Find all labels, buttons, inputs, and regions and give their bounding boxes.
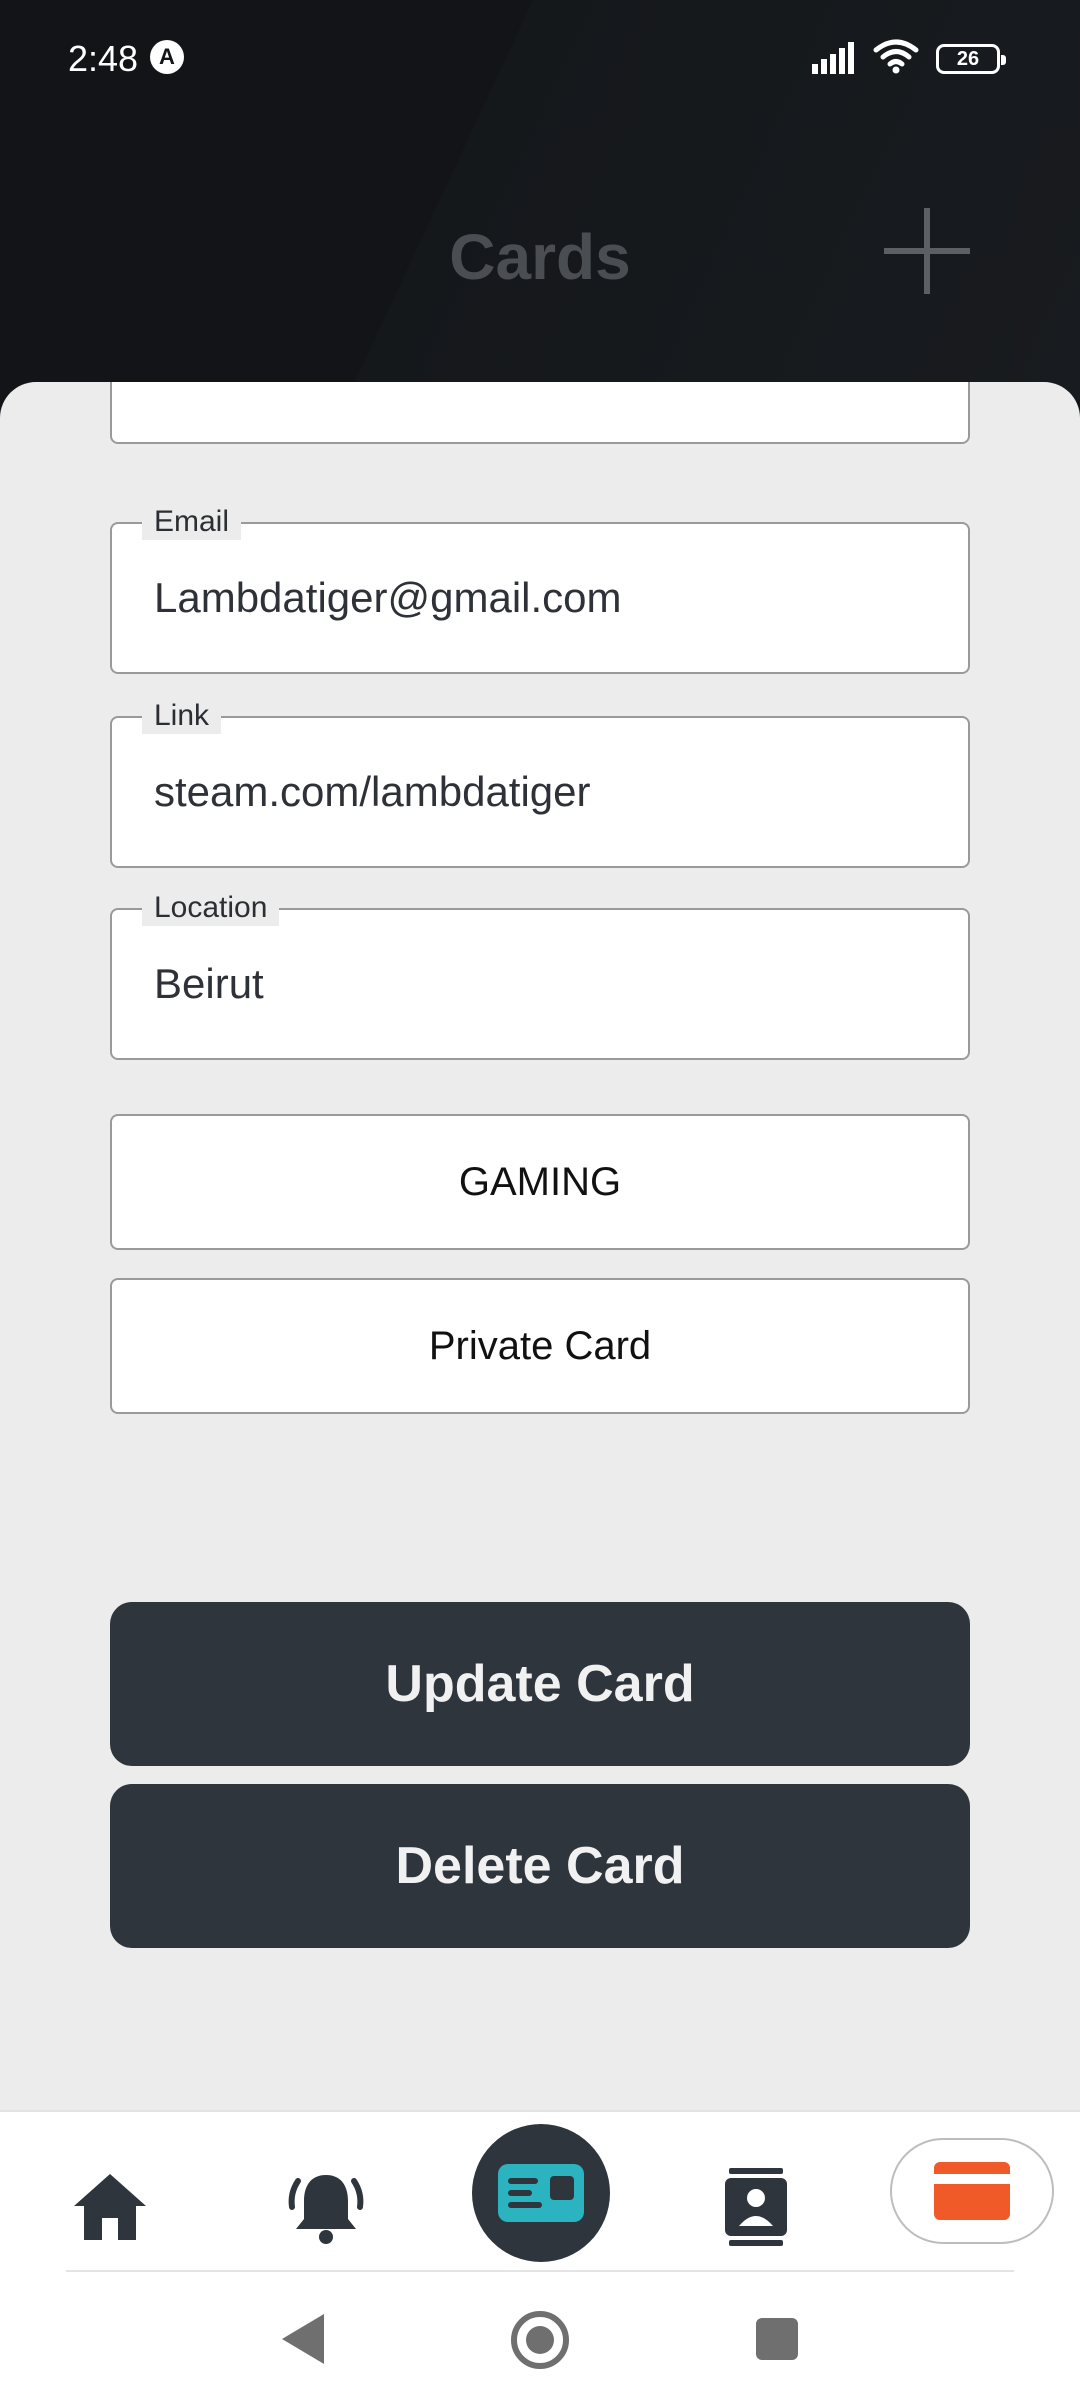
location-label: Location (142, 890, 280, 926)
email-label: Email (142, 504, 242, 540)
nav-home[interactable] (40, 2152, 180, 2262)
battery-icon: 26 (936, 44, 1006, 74)
notification-icon: A (150, 40, 184, 74)
link-value[interactable]: steam.com/lambdatiger (154, 768, 591, 816)
previous-field[interactable] (110, 382, 970, 444)
card-edit-sheet: Email Lambdatiger@gmail.com Link steam.c… (0, 382, 1080, 2110)
home-nav-icon[interactable] (510, 2310, 570, 2370)
category-button[interactable]: GAMING (110, 1114, 970, 1250)
card-icon (498, 2164, 584, 2222)
private-card-button[interactable]: Private Card (110, 1278, 970, 1414)
credit-card-icon (934, 2162, 1010, 2220)
link-field[interactable]: Link steam.com/lambdatiger (110, 698, 970, 868)
status-bar: 2:48 A 26 (0, 0, 1080, 120)
status-time: 2:48 (68, 38, 139, 79)
nav-divider (66, 2270, 1014, 2272)
delete-card-button[interactable]: Delete Card (110, 1784, 970, 1948)
bottom-nav (0, 2110, 1080, 2400)
email-value[interactable]: Lambdatiger@gmail.com (154, 574, 622, 622)
contact-icon (725, 2168, 787, 2246)
nav-my-cards[interactable] (472, 2124, 610, 2262)
nav-wallet[interactable] (890, 2138, 1054, 2244)
home-icon (74, 2174, 146, 2240)
add-card-button[interactable] (884, 208, 970, 294)
nav-contacts[interactable] (686, 2152, 826, 2262)
back-icon[interactable] (278, 2312, 328, 2366)
nav-notifications[interactable] (256, 2152, 396, 2262)
signal-icon (812, 42, 854, 74)
bell-icon (288, 2175, 364, 2244)
location-value[interactable]: Beirut (154, 960, 264, 1008)
wifi-icon (873, 39, 919, 74)
email-field[interactable]: Email Lambdatiger@gmail.com (110, 504, 970, 674)
location-field[interactable]: Location Beirut (110, 890, 970, 1060)
recents-icon[interactable] (756, 2318, 798, 2360)
header: 2:48 A 26 Cards (0, 0, 1080, 400)
update-card-button[interactable]: Update Card (110, 1602, 970, 1766)
link-label: Link (142, 698, 222, 734)
